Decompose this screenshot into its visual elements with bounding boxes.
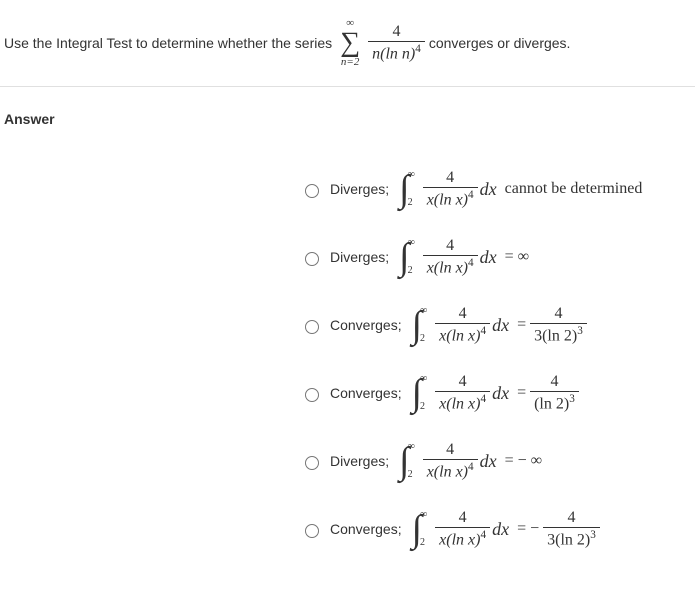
integral-limits: ∞2 [420,372,427,414]
dx: dx [480,451,497,472]
result-label: Diverges; [330,181,389,197]
answer-radio[interactable] [305,184,319,198]
result-label: Diverges; [330,249,389,265]
option-tail: = − 43(ln 2)3 [517,509,600,550]
integrand-fraction: 4x(ln x)4 [423,169,478,210]
result-label: Diverges; [330,453,389,469]
rhs-fraction: 43(ln 2)3 [530,305,587,346]
answer-radio[interactable] [305,456,319,470]
integral-limits: ∞2 [408,168,415,210]
integral-limits: ∞2 [408,236,415,278]
dx: dx [480,247,497,268]
dx: dx [492,519,509,540]
answer-option[interactable]: Diverges; ∫∞24x(ln x)4dx = ∞ [300,235,695,279]
sigma-notation: ∞ ∑ n=2 [340,18,360,68]
answer-option[interactable]: Converges; ∫∞24x(ln x)4dx = 4(ln 2)3 [300,371,695,415]
option-tail: = 43(ln 2)3 [517,305,587,346]
result-label: Converges; [330,521,402,537]
question-lead: Use the Integral Test to determine wheth… [4,35,332,51]
answer-option[interactable]: Diverges; ∫∞24x(ln x)4dx = − ∞ [300,439,695,483]
integral-expression: ∫∞24x(ln x)4dx [410,304,509,346]
answer-radio[interactable] [305,320,319,334]
integrand-fraction: 4x(ln x)4 [423,441,478,482]
option-tail: = ∞ [505,248,529,266]
series-fraction: 4 n(ln n)4 [368,23,425,64]
answer-option[interactable]: Converges; ∫∞24x(ln x)4dx = 43(ln 2)3 [300,303,695,347]
integral-expression: ∫∞24x(ln x)4dx [410,372,509,414]
answer-radio[interactable] [305,252,319,266]
answer-option[interactable]: Diverges; ∫∞24x(ln x)4dx cannot be determ… [300,167,695,211]
answer-radio[interactable] [305,388,319,402]
answer-radio[interactable] [305,524,319,538]
integral-expression: ∫∞24x(ln x)4dx [410,508,509,550]
integrand-fraction: 4x(ln x)4 [423,237,478,278]
answer-heading: Answer [0,87,695,137]
result-label: Converges; [330,317,402,333]
option-tail: cannot be determined [505,180,643,198]
integrand-fraction: 4x(ln x)4 [435,373,490,414]
rhs-fraction: 4(ln 2)3 [530,373,579,414]
dx: dx [480,179,497,200]
dx: dx [492,383,509,404]
result-label: Converges; [330,385,402,401]
integral-expression: ∫∞24x(ln x)4dx [397,440,496,482]
answer-option[interactable]: Converges; ∫∞24x(ln x)4dx = − 43(ln 2)3 [300,507,695,551]
option-tail: = − ∞ [505,452,542,470]
question-tail: converges or diverges. [429,35,571,51]
integrand-fraction: 4x(ln x)4 [435,305,490,346]
options-group: Diverges; ∫∞24x(ln x)4dx cannot be determ… [0,137,695,551]
option-tail: = 4(ln 2)3 [517,373,579,414]
dx: dx [492,315,509,336]
question-prompt: Use the Integral Test to determine wheth… [0,0,695,86]
integral-limits: ∞2 [408,440,415,482]
integral-limits: ∞2 [420,508,427,550]
integral-expression: ∫∞24x(ln x)4dx [397,168,496,210]
integrand-fraction: 4x(ln x)4 [435,509,490,550]
integral-limits: ∞2 [420,304,427,346]
integral-expression: ∫∞24x(ln x)4dx [397,236,496,278]
rhs-fraction: 43(ln 2)3 [543,509,600,550]
